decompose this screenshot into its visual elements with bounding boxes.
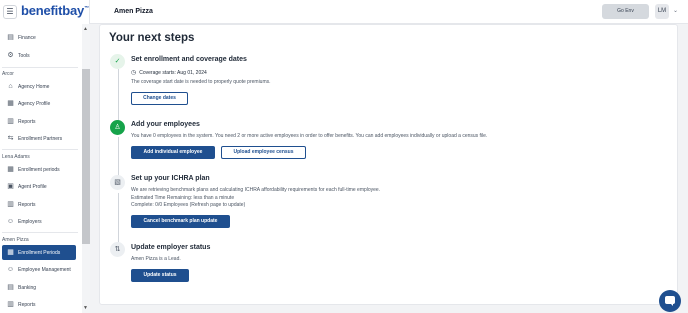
people-icon: ☺ — [6, 218, 15, 225]
sidebar-item-employee-management[interactable]: ☺ Employee Management — [2, 262, 76, 277]
divider — [2, 232, 78, 233]
sidebar-item-employers[interactable]: ☺ Employers — [2, 214, 76, 229]
step-title-status: Update employer status — [131, 244, 211, 251]
sidebar-item-enrollment-partners[interactable]: ⇆ Enrollment Partners — [2, 131, 76, 146]
go-env-button[interactable]: Go Env — [602, 4, 649, 19]
next-steps-card: Your next steps ✓ Set enrollment and cov… — [99, 24, 678, 305]
sidebar-item-label: Reports — [18, 302, 36, 308]
check-icon: ✓ — [110, 54, 125, 69]
coverage-start-text: Coverage starts: Aug 01, 2024 — [139, 70, 207, 76]
upload-employee-census-button[interactable]: Upload employee census — [221, 146, 306, 159]
user-icon: ♙ — [110, 120, 125, 135]
sidebar-item-label: Employers — [18, 219, 42, 225]
sidebar-item-reports-employer[interactable]: ▥ Reports — [2, 297, 76, 312]
coverage-start: ◷ Coverage starts: Aug 01, 2024 — [131, 69, 207, 76]
calendar-icon: ▦ — [7, 166, 14, 173]
gear-icon: ⚙ — [7, 52, 14, 59]
report-icon: ▥ — [7, 201, 14, 208]
sidebar-item-label: Employee Management — [18, 267, 71, 273]
sidebar-item-label: Agency Profile — [18, 101, 51, 107]
sidebar-item-banking[interactable]: ▤ Banking — [2, 280, 76, 295]
report-icon: ▥ — [7, 301, 14, 308]
update-status-button[interactable]: Update status — [131, 269, 189, 282]
sidebar-item-enrollment-periods[interactable]: ▦ Enrollment Periods — [2, 245, 76, 260]
report-icon: ▥ — [7, 118, 14, 125]
sidebar-item-reports-agent[interactable]: ▥ Reports — [2, 197, 76, 212]
logo-tm: ™ — [84, 5, 89, 12]
partners-icon: ⇆ — [7, 135, 14, 142]
step-connector — [118, 69, 119, 122]
sidebar-item-label: Enrollment periods — [18, 167, 60, 173]
step-connector — [118, 137, 119, 179]
document-icon: ▧ — [110, 175, 125, 190]
bank-icon: ▤ — [7, 34, 14, 41]
avatar[interactable]: LM — [655, 4, 669, 19]
sidebar-item-label: Finance — [18, 35, 36, 41]
change-dates-button[interactable]: Change dates — [131, 92, 188, 105]
ichra-note-2: Estimated Time Remaining: less than a mi… — [131, 195, 235, 201]
company-name: Amen Pizza — [114, 8, 153, 15]
building-icon: ⌂ — [8, 83, 13, 90]
section-label-lena-adams: Lena Adams — [2, 154, 30, 160]
app-root: ☰ benefitbay™ ▤ Finance ⚙ Tools Arcor ⌂ … — [0, 0, 688, 313]
step-title-ichra: Set up your ICHRA plan — [131, 175, 210, 182]
ichra-note-1: We are retrieving benchmark plans and ca… — [131, 187, 381, 193]
sidebar-item-label: Reports — [18, 119, 36, 125]
scroll-down-icon[interactable]: ▼ — [83, 305, 88, 311]
sidebar-item-agency-profile[interactable]: ▦ Agency Profile — [2, 96, 76, 111]
logo-text: benefitbay — [21, 3, 85, 18]
step-title-enrollment: Set enrollment and coverage dates — [131, 56, 247, 63]
status-icon: ⇅ — [110, 242, 125, 257]
sidebar-item-label: Banking — [18, 285, 37, 291]
sidebar-item-label: Enrollment Partners — [18, 136, 63, 142]
coverage-note: The coverage start date is needed to pro… — [131, 79, 271, 85]
sidebar-item-finance[interactable]: ▤ Finance — [2, 30, 76, 45]
id-card-icon: ▣ — [7, 183, 14, 190]
divider — [2, 67, 78, 68]
sidebar-item-reports-agency[interactable]: ▥ Reports — [2, 114, 76, 129]
chat-button[interactable] — [659, 290, 681, 312]
clock-icon: ◷ — [131, 70, 137, 76]
chevron-down-icon[interactable]: ⌄ — [673, 7, 678, 14]
employees-note: You have 0 employees in the system. You … — [131, 133, 488, 139]
divider — [2, 149, 78, 150]
chat-bubble-tail — [670, 303, 673, 306]
step-connector — [118, 193, 119, 243]
profile-icon: ▦ — [7, 100, 14, 107]
sidebar-item-agent-profile[interactable]: ▣ Agent Profile — [2, 179, 76, 194]
logo-row: ☰ benefitbay™ — [0, 0, 90, 24]
people-icon: ☺ — [6, 266, 15, 273]
sidebar-item-label: Agency Home — [18, 84, 50, 90]
sidebar: ☰ benefitbay™ ▤ Finance ⚙ Tools Arcor ⌂ … — [0, 0, 90, 313]
ichra-note-3: Complete: 0/0 Employees (Refresh page to… — [131, 202, 246, 208]
status-note: Amen Pizza is a Lead. — [131, 256, 181, 262]
calendar-icon: ▦ — [7, 249, 14, 256]
step-title-employees: Add your employees — [131, 121, 200, 128]
page-title: Your next steps — [109, 32, 195, 44]
cancel-benchmark-plan-update-button[interactable]: Cancel benchmark plan update — [131, 215, 230, 228]
sidebar-item-label: Agent Profile — [18, 184, 47, 190]
sidebar-scrollbar-thumb[interactable] — [82, 69, 90, 244]
menu-icon[interactable]: ☰ — [3, 5, 17, 19]
sidebar-item-enrollment-periods-agent[interactable]: ▦ Enrollment periods — [2, 162, 76, 177]
sidebar-item-label: Enrollment Periods — [18, 250, 61, 256]
section-label-amen-pizza: Amen Pizza — [2, 237, 29, 243]
sidebar-item-tools[interactable]: ⚙ Tools — [2, 48, 76, 63]
section-label-arcor: Arcor — [2, 71, 14, 77]
bank-card-icon: ▤ — [7, 284, 14, 291]
add-individual-employee-button[interactable]: Add individual employee — [131, 146, 215, 159]
header: Amen Pizza Go Env LM ⌄ — [90, 0, 688, 24]
scroll-up-icon[interactable]: ▲ — [83, 26, 88, 32]
logo[interactable]: benefitbay™ — [21, 3, 89, 18]
sidebar-item-label: Tools — [18, 53, 30, 59]
sidebar-item-label: Reports — [18, 202, 36, 208]
sidebar-item-agency-home[interactable]: ⌂ Agency Home — [2, 79, 76, 94]
